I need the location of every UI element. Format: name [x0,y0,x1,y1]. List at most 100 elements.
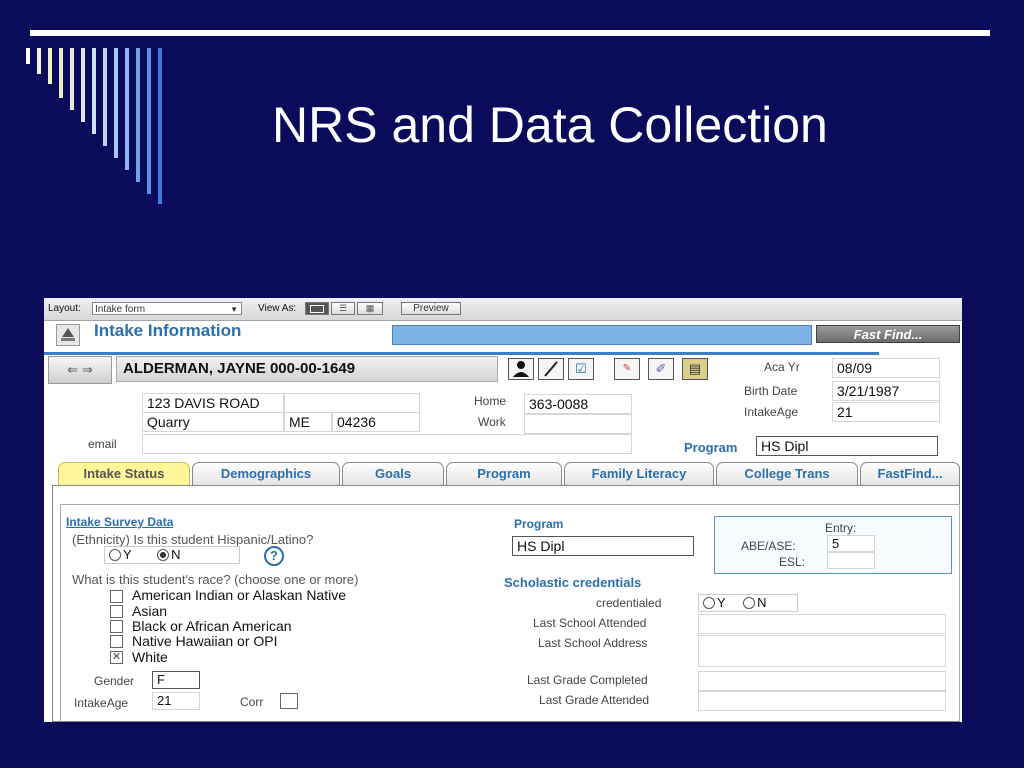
entry-label: Entry: [825,521,857,535]
race-checkbox[interactable] [110,590,123,603]
credentialed-label: credentialed [596,596,662,610]
tab-program[interactable]: Program [446,462,562,486]
work-phone-field[interactable] [524,414,632,434]
home-icon[interactable] [56,324,80,346]
last-grade-attended-label: Last Grade Attended [539,693,650,707]
last-school-address-field[interactable] [698,635,946,667]
race-option-label: Black or African American [132,618,292,634]
ged-icon[interactable]: ✎ [614,358,640,380]
arrow-right-icon: ⇒ [81,362,93,377]
corner-bar [147,48,151,194]
race-checkbox[interactable] [110,635,123,648]
last-grade-completed-field[interactable] [698,671,946,691]
chevron-down-icon: ▼ [230,305,238,314]
gender-field[interactable]: F [152,671,200,689]
layout-label: Layout: [48,303,81,314]
view-table-button[interactable]: ▦ [357,302,383,315]
program-field[interactable]: HS Dipl [756,436,938,456]
race-question: What is this student's race? (choose one… [72,572,359,587]
ethnicity-question: (Ethnicity) Is this student Hispanic/Lat… [72,532,314,547]
address-extra-field[interactable] [284,393,420,413]
student-name-field[interactable]: ALDERMAN, JAYNE 000-00-1649 [116,356,498,382]
race-checkbox-checked[interactable]: ✕ [110,651,123,664]
pencil-icon[interactable] [538,358,564,380]
corner-bar [81,48,85,122]
corner-bar [125,48,129,170]
view-list-button[interactable]: ☰ [331,302,355,315]
esl-field[interactable] [827,552,875,569]
birth-date-field[interactable]: 3/21/1987 [832,381,940,401]
layout-select[interactable]: Intake form ▼ [92,302,242,315]
program-section-field[interactable]: HS Dipl [512,536,694,556]
layout-select-value: Intake form [95,304,146,315]
work-label: Work [478,415,506,429]
view-form-button[interactable] [305,302,329,315]
page-title: Intake Information [94,321,242,340]
table-view-icon: ▦ [365,303,375,313]
city-field[interactable]: Quarry [142,412,284,432]
layout-toolbar: Layout: Intake form ▼ View As: ☰ ▦ Previ… [44,298,962,321]
race-option-label: White [132,649,168,665]
help-icon[interactable]: ? [264,546,284,566]
intake-form-window: Layout: Intake form ▼ View As: ☰ ▦ Previ… [44,298,962,722]
home-phone-field[interactable]: 363-0088 [524,394,632,414]
ethnicity-radio-group: Y N [104,546,240,564]
program-label: Program [684,440,738,455]
preview-button[interactable]: Preview [401,302,461,315]
list-view-icon: ☰ [338,303,348,313]
last-school-address-label: Last School Address [538,636,648,650]
last-school-attended-field[interactable] [698,614,946,634]
race-checkbox[interactable] [110,620,123,633]
email-field[interactable] [142,434,632,454]
tab-fastfind[interactable]: FastFind... [860,462,960,486]
corner-bar [114,48,118,158]
state-field[interactable]: ME [284,412,332,432]
slide-top-rule [30,30,990,36]
corr-checkbox[interactable] [280,693,298,709]
building-icon[interactable]: ▤ [682,358,708,380]
tab-college-trans[interactable]: College Trans [716,462,858,486]
last-grade-completed-label: Last Grade Completed [527,673,648,687]
last-grade-attended-field[interactable] [698,691,946,711]
tab-goals[interactable]: Goals [342,462,444,486]
ethnicity-yes-label: Y [123,547,132,562]
race-checkbox[interactable] [110,605,123,618]
gender-label: Gender [94,674,135,688]
aca-yr-field[interactable]: 08/09 [832,358,940,378]
credentialed-radio-group: Y N [698,594,798,612]
race-option-label: American Indian or Alaskan Native [132,587,346,603]
credentialed-no-radio[interactable] [743,597,756,609]
race-option-label: Asian [132,603,168,619]
corner-bar [26,48,30,64]
corner-bar [70,48,74,110]
aca-yr-label: Aca Yr [764,360,800,374]
corr-label: Corr [240,695,264,709]
intake-survey-title: Intake Survey Data [66,515,174,529]
tab-family-literacy[interactable]: Family Literacy [564,462,714,486]
last-school-attended-label: Last School Attended [533,616,647,630]
credentialed-yes-radio[interactable] [703,597,715,609]
corner-bar [136,48,140,182]
ethnicity-yes-radio[interactable] [109,549,121,561]
address-field[interactable]: 123 DAVIS ROAD [142,393,284,413]
person-icon[interactable] [508,358,534,380]
program-section-title: Program [514,517,564,531]
intake-age-field-2[interactable]: 21 [152,692,200,710]
tab-intake-status[interactable]: Intake Status [58,462,190,486]
birth-date-label: Birth Date [744,384,798,398]
email-label: email [88,437,117,451]
zip-field[interactable]: 04236 [332,412,420,432]
corner-bar [59,48,63,98]
corner-bar [158,48,162,204]
fast-find-button[interactable]: Fast Find... [816,325,960,343]
slide-title: NRS and Data Collection [272,97,828,153]
tab-demographics[interactable]: Demographics [192,462,340,486]
credentialed-yes-label: Y [717,595,726,610]
crayon-icon[interactable]: ✐ [648,358,674,380]
credentialed-no-label: N [757,595,767,610]
record-navigator[interactable]: ⇐ ⇒ [48,356,112,384]
abe-ase-field[interactable]: 5 [827,535,875,552]
ethnicity-no-radio[interactable] [157,549,170,561]
intake-age-field[interactable]: 21 [832,402,940,422]
checklist-icon[interactable]: ☑ [568,358,594,380]
